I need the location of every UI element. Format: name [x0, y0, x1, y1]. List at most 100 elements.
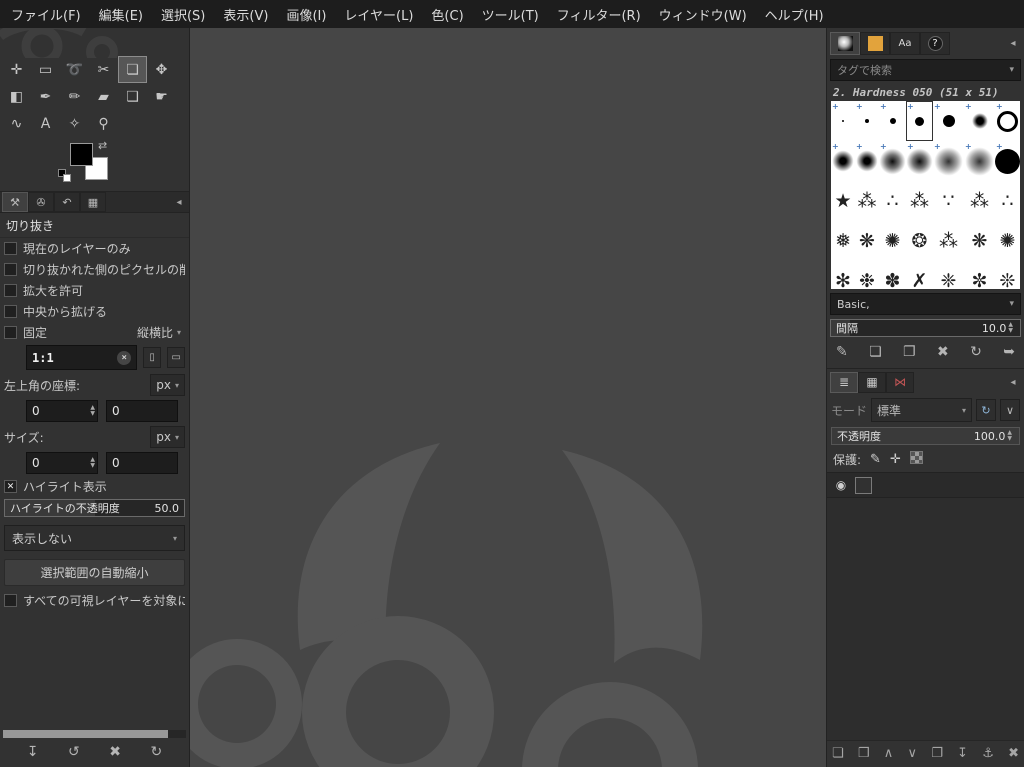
- dock-tab[interactable]: ↶: [54, 192, 80, 212]
- brush-group-dropdown[interactable]: Basic, ▾: [830, 293, 1021, 315]
- tool-button[interactable]: ▰: [89, 83, 118, 110]
- menu-item[interactable]: 表示(V): [214, 0, 277, 28]
- brush-thumbnail[interactable]: [879, 141, 906, 181]
- canvas[interactable]: [190, 28, 826, 767]
- preset-action-button[interactable]: ↻: [151, 744, 163, 760]
- fixed-checkbox[interactable]: [4, 326, 17, 339]
- preset-action-button[interactable]: ✖: [109, 744, 121, 760]
- size-height-input[interactable]: 0: [106, 452, 178, 474]
- menu-item[interactable]: ウィンドウ(W): [650, 0, 756, 28]
- mode-menu-button[interactable]: ∨: [1000, 399, 1020, 421]
- brush-thumbnail[interactable]: [995, 141, 1020, 181]
- tool-button[interactable]: ✥: [147, 56, 176, 83]
- size-width-input[interactable]: 0 ▲ ▼: [26, 452, 98, 474]
- dock-tab[interactable]: ⚒: [2, 192, 28, 212]
- preset-action-button[interactable]: ↺: [68, 744, 80, 760]
- menu-item[interactable]: ツール(T): [473, 0, 548, 28]
- layer-action-button[interactable]: ↧: [957, 746, 968, 761]
- tool-button[interactable]: ☛: [147, 83, 176, 110]
- tool-option-checkbox-row[interactable]: 現在のレイヤーのみ: [0, 238, 189, 259]
- dock-tab[interactable]: ✇: [28, 192, 54, 212]
- brush-thumbnail[interactable]: ❉: [855, 261, 879, 289]
- brush-thumbnail[interactable]: ❅: [831, 221, 855, 261]
- spinner-arrows-icon[interactable]: ▲ ▼: [1005, 430, 1014, 442]
- brush-thumbnail[interactable]: ❈: [933, 261, 964, 289]
- tool-option-checkbox-row[interactable]: 中央から拡げる: [0, 301, 189, 322]
- dock-menu-button[interactable]: ◂: [1005, 38, 1021, 49]
- layer-action-button[interactable]: ❐: [931, 746, 943, 761]
- aspect-ratio-input[interactable]: 1:1 ×: [26, 345, 138, 370]
- spinner-arrows-icon[interactable]: ▲ ▼: [1006, 322, 1015, 334]
- tool-button[interactable]: ✂: [89, 56, 118, 83]
- position-x-input[interactable]: 0 ▲ ▼: [26, 400, 98, 422]
- help-tab[interactable]: ?: [920, 31, 950, 55]
- menu-item[interactable]: フィルター(R): [548, 0, 650, 28]
- foreground-color-swatch[interactable]: [70, 143, 93, 166]
- menu-item[interactable]: 色(C): [422, 0, 472, 28]
- fixed-aspect-dropdown[interactable]: 縦横比 ▾: [137, 324, 185, 341]
- visibility-eye-icon[interactable]: ◉: [830, 474, 852, 496]
- portrait-orientation-button[interactable]: ▯: [143, 347, 162, 368]
- brush-thumbnail[interactable]: [964, 101, 995, 141]
- tool-button[interactable]: ❑: [118, 83, 147, 110]
- brush-action-button[interactable]: ✖: [937, 344, 949, 360]
- tool-button[interactable]: ▭: [31, 56, 60, 83]
- brush-thumbnail[interactable]: [906, 141, 933, 181]
- layer-action-button[interactable]: ❒: [858, 746, 870, 761]
- brush-thumbnail[interactable]: [855, 141, 879, 181]
- brush-thumbnail[interactable]: ✺: [879, 221, 906, 261]
- brush-action-button[interactable]: ❏: [869, 344, 882, 360]
- highlight-opacity-slider[interactable]: ハイライトの不透明度 50.0: [4, 499, 185, 517]
- tool-button[interactable]: ◧: [2, 83, 31, 110]
- scrollbar-thumb[interactable]: [3, 730, 168, 738]
- lock-alpha-icon[interactable]: [909, 451, 923, 468]
- menu-item[interactable]: 画像(I): [277, 0, 335, 28]
- menu-item[interactable]: レイヤー(L): [335, 0, 422, 28]
- spinner-arrows-icon[interactable]: ▲ ▼: [90, 457, 97, 469]
- layer-mode-dropdown[interactable]: 標準 ▾: [871, 398, 972, 422]
- brush-spacing-slider[interactable]: 間隔 10.0 ▲ ▼: [830, 319, 1021, 337]
- brush-thumbnail[interactable]: ⁂: [855, 181, 879, 221]
- tool-button[interactable]: ✛: [2, 56, 31, 83]
- lock-pixels-icon[interactable]: ✎: [870, 452, 881, 467]
- brush-thumbnail[interactable]: ✽: [879, 261, 906, 289]
- fonts-tab[interactable]: Aa: [890, 31, 920, 55]
- dock-menu-button[interactable]: ◂: [1005, 377, 1021, 388]
- guides-dropdown[interactable]: 表示しない ▾: [4, 525, 185, 551]
- brush-thumbnail[interactable]: [831, 101, 855, 141]
- brush-thumbnail[interactable]: ⁂: [933, 221, 964, 261]
- brush-thumbnail[interactable]: [964, 141, 995, 181]
- sample-merged-checkbox[interactable]: [4, 594, 17, 607]
- menu-item[interactable]: 選択(S): [152, 0, 214, 28]
- tool-option-checkbox-row[interactable]: 切り抜かれた側のピクセルの削除: [0, 259, 189, 280]
- brush-action-button[interactable]: ➥: [1003, 344, 1015, 360]
- patterns-tab[interactable]: [860, 31, 890, 55]
- brush-thumbnail[interactable]: [906, 101, 933, 141]
- brush-thumbnail[interactable]: [831, 141, 855, 181]
- paths-tab[interactable]: ⋈: [886, 371, 914, 393]
- brush-thumbnail[interactable]: ∴: [995, 181, 1020, 221]
- brush-thumbnail[interactable]: [879, 101, 906, 141]
- brush-thumbnail[interactable]: ❋: [964, 221, 995, 261]
- brush-thumbnail[interactable]: ✺: [995, 221, 1020, 261]
- size-unit-dropdown[interactable]: px ▾: [150, 426, 185, 448]
- layer-action-button[interactable]: ∧: [884, 746, 894, 761]
- tool-button[interactable]: ➰: [60, 56, 89, 83]
- brush-thumbnail[interactable]: ✻: [831, 261, 855, 289]
- brush-thumbnail[interactable]: ✗: [906, 261, 933, 289]
- channels-tab[interactable]: ▦: [858, 371, 886, 393]
- landscape-orientation-button[interactable]: ▭: [167, 347, 185, 368]
- default-colors-icon[interactable]: [58, 169, 72, 183]
- layer-opacity-slider[interactable]: 不透明度 100.0 ▲ ▼: [831, 427, 1020, 445]
- brush-thumbnail[interactable]: [933, 141, 964, 181]
- swap-colors-icon[interactable]: ⇄: [98, 139, 107, 152]
- brush-thumbnail[interactable]: ❋: [855, 221, 879, 261]
- layer-action-button[interactable]: ⚓: [982, 746, 994, 761]
- layer-link-toggle[interactable]: [855, 476, 872, 494]
- layer-action-button[interactable]: ❏: [832, 746, 844, 761]
- layer-action-button[interactable]: ✖: [1008, 746, 1019, 761]
- menu-item[interactable]: 編集(E): [90, 0, 152, 28]
- brush-thumbnail[interactable]: ❊: [995, 261, 1020, 289]
- highlight-row[interactable]: ✕ ハイライト表示: [0, 476, 189, 497]
- brush-thumbnail[interactable]: [855, 101, 879, 141]
